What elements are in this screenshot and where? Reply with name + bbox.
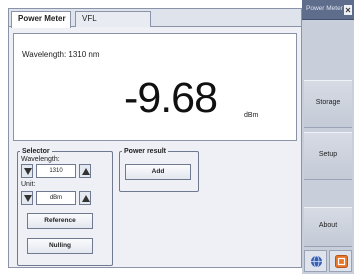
power-result-legend: Power result — [124, 148, 167, 155]
wavelength-readout: Wavelength: 1310 nm — [22, 50, 100, 59]
side-panel-title: Power Meter — [306, 5, 343, 12]
wavelength-increase-button[interactable] — [79, 164, 91, 178]
triangle-up-icon — [82, 195, 90, 202]
triangle-down-icon — [24, 195, 32, 202]
exit-button[interactable] — [329, 250, 352, 272]
about-button[interactable]: About — [304, 207, 352, 247]
wavelength-label: Wavelength: — [21, 156, 60, 163]
wavelength-value[interactable]: 1310 — [36, 164, 76, 178]
about-button-label: About — [318, 222, 338, 229]
wavelength-stepper[interactable]: 1310 — [21, 164, 91, 178]
side-panel: Power Meter Storage Setup About — [302, 0, 354, 274]
close-icon[interactable] — [344, 5, 352, 15]
unit-increase-button[interactable] — [79, 191, 91, 205]
reference-button[interactable]: Reference — [27, 213, 93, 229]
tab-bar: Power Meter VFL — [9, 9, 301, 28]
power-reading: -9.68 — [124, 74, 218, 122]
reading-display: Wavelength: 1310 nm -9.68 dBm — [13, 33, 297, 141]
setup-button-label: Setup — [318, 151, 338, 158]
power-icon — [335, 255, 348, 268]
side-header: Power Meter — [302, 0, 354, 20]
triangle-down-icon — [24, 168, 32, 175]
network-button[interactable] — [304, 250, 327, 272]
tab-power-meter[interactable]: Power Meter — [11, 11, 71, 28]
tab-vfl[interactable]: VFL — [75, 11, 151, 27]
storage-button[interactable]: Storage — [304, 80, 352, 128]
unit-stepper[interactable]: dBm — [21, 191, 91, 205]
triangle-up-icon — [82, 168, 90, 175]
wavelength-decrease-button[interactable] — [21, 164, 33, 178]
unit-decrease-button[interactable] — [21, 191, 33, 205]
unit-value[interactable]: dBm — [36, 191, 76, 205]
main-panel: Power Meter VFL Wavelength: 1310 nm -9.6… — [8, 8, 302, 268]
nulling-button[interactable]: Nulling — [27, 238, 93, 254]
power-meter-app: Power Meter VFL Wavelength: 1310 nm -9.6… — [0, 0, 354, 274]
setup-button[interactable]: Setup — [304, 132, 352, 180]
unit-label: Unit: — [21, 181, 36, 188]
globe-icon — [311, 255, 322, 268]
power-unit: dBm — [244, 112, 259, 119]
add-button[interactable]: Add — [125, 164, 191, 180]
selector-legend: Selector — [22, 148, 50, 155]
storage-button-label: Storage — [315, 99, 341, 106]
